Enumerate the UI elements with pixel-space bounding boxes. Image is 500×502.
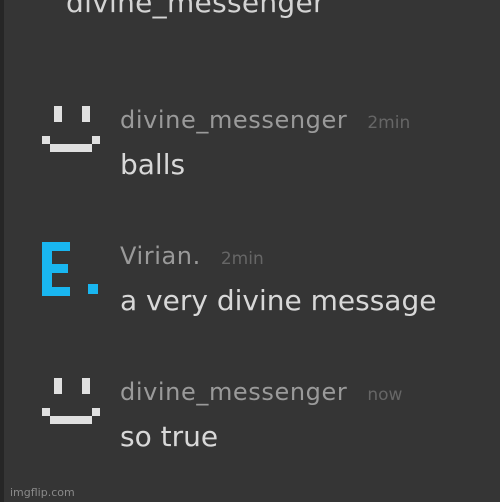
username[interactable]: divine_messenger xyxy=(120,106,347,134)
message-text: balls xyxy=(120,148,186,181)
message-header: divine_messenger 2min xyxy=(120,106,410,134)
cutoff-username: divine_messenger xyxy=(66,0,325,19)
timestamp: 2min xyxy=(367,113,411,133)
avatar[interactable] xyxy=(40,372,102,434)
message-header: divine_messenger now xyxy=(120,378,402,406)
pixel-smiley-icon xyxy=(42,378,100,424)
username[interactable]: divine_messenger xyxy=(120,378,347,406)
chat-panel: divine_messenger divine_messenger 2min ba… xyxy=(0,0,500,502)
timestamp: 2min xyxy=(220,249,264,269)
avatar[interactable] xyxy=(40,236,102,298)
message-text: a very divine message xyxy=(120,284,437,317)
message-text: so true xyxy=(120,420,219,453)
timestamp: now xyxy=(367,385,403,405)
pixel-smiley-icon xyxy=(42,106,100,152)
chat-message: Virian. 2min a very divine message xyxy=(4,228,500,348)
message-header: Virian. 2min xyxy=(120,242,264,270)
chat-message: divine_messenger 2min balls xyxy=(4,92,500,212)
pixel-e-letter-icon xyxy=(42,242,98,296)
watermark: imgflip.com xyxy=(10,486,75,499)
chat-message: divine_messenger now so true xyxy=(4,366,500,486)
username[interactable]: Virian. xyxy=(120,242,201,270)
avatar[interactable] xyxy=(40,100,102,162)
